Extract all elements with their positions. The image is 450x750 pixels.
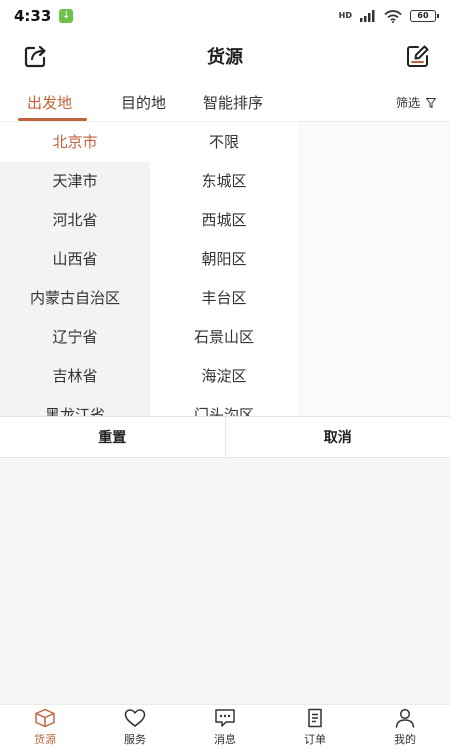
province-item[interactable]: 辽宁省 <box>0 318 150 357</box>
document-icon <box>308 708 322 728</box>
signal-icon <box>360 10 375 22</box>
province-item[interactable]: 天津市 <box>0 162 150 201</box>
region-dropdown: 北京市 天津市 河北省 山西省 内蒙古自治区 辽宁省 吉林省 黑龙江省 不限 东… <box>0 122 450 416</box>
share-button[interactable] <box>22 42 50 70</box>
tab-origin[interactable]: 出发地 <box>27 92 72 113</box>
edit-button[interactable] <box>404 42 432 70</box>
province-list: 北京市 天津市 河北省 山西省 内蒙古自治区 辽宁省 吉林省 黑龙江省 <box>0 122 150 416</box>
status-time: 4:33 <box>14 7 52 25</box>
filter-tabs: 出发地 目的地 智能排序 筛选 <box>0 80 450 122</box>
district-item[interactable]: 朝阳区 <box>150 240 298 279</box>
page-title: 货源 <box>207 47 243 68</box>
district-item[interactable]: 海淀区 <box>150 357 298 396</box>
nav-label: 我的 <box>394 733 416 746</box>
nav-item-profile[interactable]: 我的 <box>360 705 450 750</box>
edit-icon <box>407 45 429 67</box>
district-item[interactable]: 丰台区 <box>150 279 298 318</box>
download-icon: ↓ <box>59 9 74 23</box>
status-bar: 4:33 ↓ HD 60 <box>0 0 450 32</box>
status-icons: HD 60 <box>338 9 439 23</box>
nav-item-orders[interactable]: 订单 <box>270 705 360 750</box>
filter-label: 筛选 <box>395 96 420 110</box>
province-item[interactable]: 山西省 <box>0 240 150 279</box>
box-icon <box>35 708 55 728</box>
nav-label: 服务 <box>124 733 146 746</box>
share-icon <box>24 45 46 68</box>
district-item[interactable]: 石景山区 <box>150 318 298 357</box>
reset-button[interactable]: 重置 <box>0 417 225 457</box>
nav-item-messages[interactable]: 消息 <box>180 705 270 750</box>
district-item[interactable]: 门头沟区 <box>150 396 298 416</box>
heart-icon <box>124 709 146 727</box>
province-item[interactable]: 吉林省 <box>0 357 150 396</box>
nav-label: 订单 <box>304 733 326 746</box>
nav-label: 货源 <box>34 733 56 746</box>
sub-district-list <box>298 122 450 416</box>
network-type-label: HD <box>338 11 352 20</box>
battery-icon: 60 <box>410 10 439 22</box>
active-tab-indicator <box>18 118 87 121</box>
nav-label: 消息 <box>214 733 236 746</box>
cancel-button[interactable]: 取消 <box>224 417 450 457</box>
bottom-nav: 货源 服务 消息 订单 我的 <box>0 704 450 750</box>
cancel-label: 取消 <box>323 430 352 446</box>
province-item[interactable]: 内蒙古自治区 <box>0 279 150 318</box>
province-item[interactable]: 黑龙江省 <box>0 396 150 416</box>
district-list: 不限 东城区 西城区 朝阳区 丰台区 石景山区 海淀区 门头沟区 <box>150 122 298 416</box>
tab-destination[interactable]: 目的地 <box>121 92 166 113</box>
filter-button[interactable]: 筛选 <box>396 94 436 111</box>
district-item[interactable]: 不限 <box>150 123 298 162</box>
person-icon <box>395 708 415 728</box>
nav-item-service[interactable]: 服务 <box>90 705 180 750</box>
nav-item-goods[interactable]: 货源 <box>0 705 90 750</box>
province-item[interactable]: 河北省 <box>0 201 150 240</box>
reset-label: 重置 <box>98 430 127 446</box>
app-header: 货源 <box>0 32 450 80</box>
district-item[interactable]: 东城区 <box>150 162 298 201</box>
tab-smart-sort[interactable]: 智能排序 <box>203 92 263 113</box>
funnel-icon <box>426 97 436 108</box>
province-item[interactable]: 北京市 <box>0 123 150 162</box>
district-item[interactable]: 西城区 <box>150 201 298 240</box>
dropdown-actions: 重置 取消 <box>0 416 450 458</box>
message-icon <box>215 709 235 727</box>
wifi-icon <box>384 9 402 23</box>
